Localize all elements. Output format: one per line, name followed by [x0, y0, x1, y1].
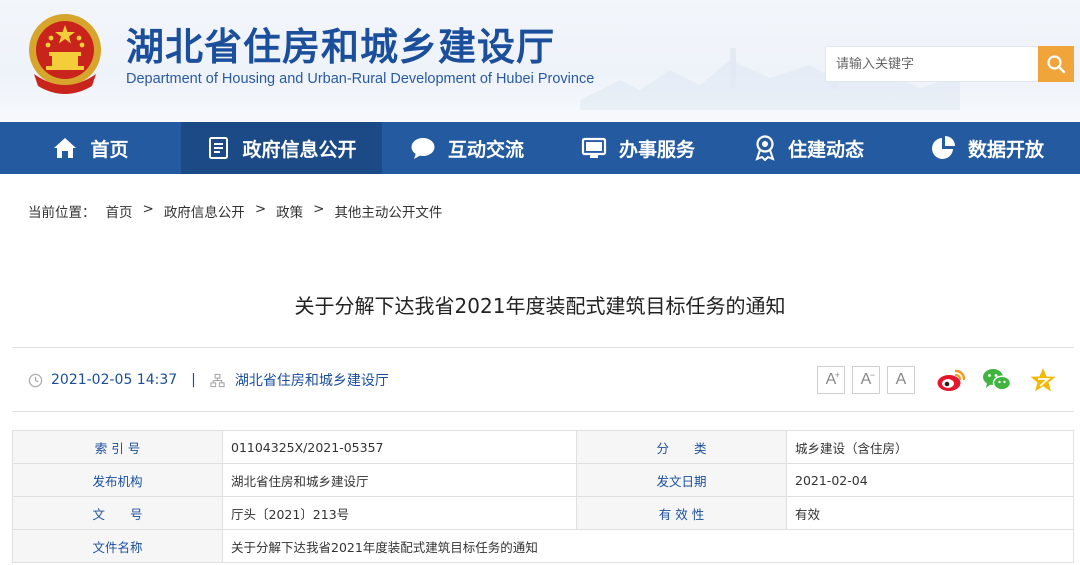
font-reset-button[interactable]: A	[887, 366, 915, 394]
nav-label-home: 首页	[90, 138, 129, 161]
nav-item-interaction[interactable]: 互动交流	[382, 122, 552, 174]
pie-chart-icon	[931, 136, 955, 159]
breadcrumb-item-policy[interactable]: 政策	[276, 201, 303, 221]
breadcrumb-separator: >	[142, 201, 154, 217]
value-category: 城乡建设（含住房）	[786, 430, 1074, 464]
nav-label-interaction: 互动交流	[447, 138, 524, 161]
wechat-icon	[983, 369, 1012, 391]
table-row: 发布机构 湖北省住房和城乡建设厅 发文日期 2021-02-04	[12, 463, 1074, 497]
national-emblem-icon	[29, 14, 101, 94]
search-icon	[1047, 55, 1066, 74]
font-decrease-button[interactable]: A −	[852, 366, 880, 394]
site-header: 湖北省住房和城乡建设厅 Department of Housing and Ur…	[0, 0, 1080, 122]
nav-item-services[interactable]: 办事服务	[552, 122, 724, 174]
main-nav: 首页 政府信息公开 互动交流 办事服务 住建动态 数据开放	[0, 122, 1080, 174]
divider-line	[12, 411, 1074, 412]
favorite-button[interactable]	[1028, 366, 1058, 394]
site-title: 湖北省住房和城乡建设厅	[126, 25, 556, 69]
chat-bubble-icon	[411, 138, 435, 159]
label-document-number: 文 号	[12, 496, 223, 530]
font-increase-button[interactable]: A +	[817, 366, 845, 394]
search-input[interactable]	[826, 47, 1038, 81]
table-row: 索 引 号 01104325X/2021-05357 分 类 城乡建设（含住房）	[12, 430, 1074, 464]
nav-item-news[interactable]: 住建动态	[724, 122, 894, 174]
meta-divider: |	[191, 372, 196, 388]
publish-source: 湖北省住房和城乡建设厅	[234, 373, 389, 389]
clock-icon	[28, 373, 43, 387]
label-validity: 有 效 性	[576, 496, 787, 530]
share-bar	[936, 366, 1058, 394]
value-issuing-agency: 湖北省住房和城乡建设厅	[222, 463, 577, 497]
monitor-icon	[581, 137, 607, 158]
weibo-icon	[937, 369, 966, 391]
search-box	[825, 46, 1038, 82]
award-icon	[755, 135, 775, 161]
value-validity: 有效	[786, 496, 1074, 530]
table-row: 文 号 厅头〔2021〕213号 有 效 性 有效	[12, 496, 1074, 530]
divider-line	[12, 347, 1074, 348]
breadcrumb-separator: >	[313, 201, 325, 217]
breadcrumb-item-other-files[interactable]: 其他主动公开文件	[334, 201, 442, 221]
publish-datetime: 2021-02-05 14:37	[51, 372, 178, 388]
table-row: 文件名称 关于分解下达我省2021年度装配式建筑目标任务的通知	[12, 529, 1074, 563]
label-issue-date: 发文日期	[576, 463, 787, 497]
value-document-name: 关于分解下达我省2021年度装配式建筑目标任务的通知	[222, 529, 1074, 563]
value-issue-date: 2021-02-04	[786, 463, 1074, 497]
search-button[interactable]	[1038, 46, 1074, 82]
breadcrumb: 当前位置： 首页 > 政府信息公开 > 政策 > 其他主动公开文件	[28, 201, 442, 221]
document-icon	[209, 137, 229, 159]
favorite-star-icon	[1030, 368, 1056, 392]
label-document-name: 文件名称	[12, 529, 223, 563]
home-icon	[54, 138, 77, 158]
nav-label-open-data: 数据开放	[967, 138, 1044, 161]
nav-label-news: 住建动态	[787, 138, 864, 161]
nav-item-gov-info[interactable]: 政府信息公开	[181, 122, 382, 174]
breadcrumb-item-home[interactable]: 首页	[106, 201, 133, 221]
share-wechat-button[interactable]	[982, 366, 1012, 394]
nav-item-open-data[interactable]: 数据开放	[894, 122, 1080, 174]
nav-label-services: 办事服务	[618, 138, 695, 161]
font-size-controls: A + A − A	[817, 366, 915, 394]
organization-icon	[210, 373, 225, 387]
breadcrumb-prefix: 当前位置：	[28, 205, 96, 221]
article-meta: 2021-02-05 14:37 | 湖北省住房和城乡建设厅	[28, 370, 389, 390]
article-title: 关于分解下达我省2021年度装配式建筑目标任务的通知	[294, 294, 786, 318]
breadcrumb-separator: >	[254, 201, 267, 217]
nav-label-gov-info: 政府信息公开	[242, 138, 357, 161]
breadcrumb-item-gov-info[interactable]: 政府信息公开	[164, 201, 245, 221]
label-index-number: 索 引 号	[12, 430, 223, 464]
value-document-number: 厅头〔2021〕213号	[222, 496, 577, 530]
document-info-table: 索 引 号 01104325X/2021-05357 分 类 城乡建设（含住房）…	[12, 430, 1074, 563]
site-subtitle: Department of Housing and Urban-Rural De…	[126, 71, 595, 87]
share-weibo-button[interactable]	[936, 366, 966, 394]
label-issuing-agency: 发布机构	[12, 463, 223, 497]
nav-item-home[interactable]: 首页	[0, 122, 181, 174]
value-index-number: 01104325X/2021-05357	[222, 430, 577, 464]
label-category: 分 类	[576, 430, 787, 464]
